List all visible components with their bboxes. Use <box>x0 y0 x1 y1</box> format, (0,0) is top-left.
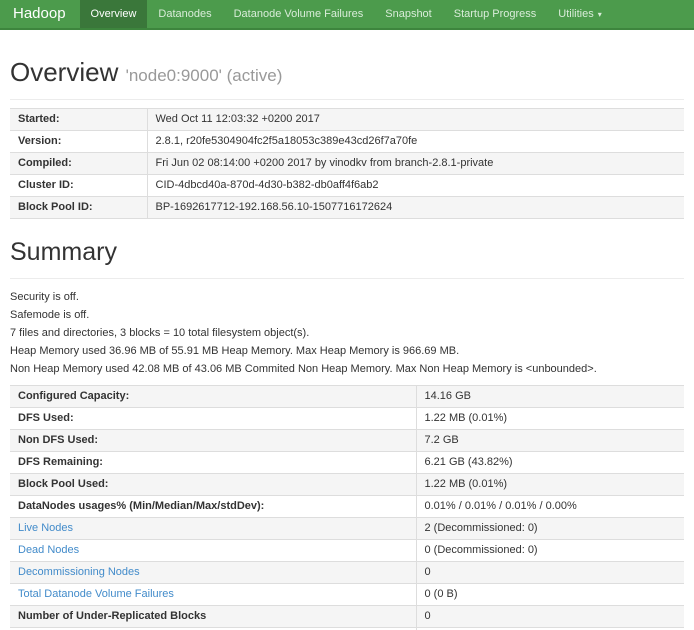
row-value-cluster-id: CID-4dbcd40a-870d-4d30-b382-db0aff4f6ab2 <box>147 175 684 197</box>
table-row: Number of Under-Replicated Blocks 0 <box>10 606 684 628</box>
row-value-non-dfs-used: 7.2 GB <box>416 430 684 452</box>
row-value-total-datanode-volume-failures: 0 (0 B) <box>416 584 684 606</box>
nav-item-datanodes[interactable]: Datanodes <box>147 0 222 28</box>
row-label-dfs-used: DFS Used: <box>10 408 416 430</box>
table-row: Live Nodes 2 (Decommissioned: 0) <box>10 518 684 540</box>
row-value-started: Wed Oct 11 12:03:32 +0200 2017 <box>147 109 684 131</box>
summary-notes: Security is off. Safemode is off. 7 file… <box>10 292 684 375</box>
divider <box>10 99 684 100</box>
table-row: Version: 2.8.1, r20fe5304904fc2f5a18053c… <box>10 131 684 153</box>
safemode-status-text: Safemode is off. <box>10 310 684 321</box>
live-nodes-link[interactable]: Live Nodes <box>18 522 73 534</box>
table-row: Block Pool Used: 1.22 MB (0.01%) <box>10 474 684 496</box>
row-label-cluster-id: Cluster ID: <box>10 175 147 197</box>
row-label-block-pool-used: Block Pool Used: <box>10 474 416 496</box>
row-value-version: 2.8.1, r20fe5304904fc2f5a18053c389e43cd2… <box>147 131 684 153</box>
row-value-dead-nodes: 0 (Decommissioned: 0) <box>416 540 684 562</box>
row-label-dfs-remaining: DFS Remaining: <box>10 452 416 474</box>
table-row: DataNodes usages% (Min/Median/Max/stdDev… <box>10 496 684 518</box>
row-value-compiled: Fri Jun 02 08:14:00 +0200 2017 by vinodk… <box>147 153 684 175</box>
row-value-datanode-usages: 0.01% / 0.01% / 0.01% / 0.00% <box>416 496 684 518</box>
page-title-overview: Overview 'node0:9000' (active) <box>10 57 684 88</box>
namenode-info-table: Started: Wed Oct 11 12:03:32 +0200 2017 … <box>10 108 684 219</box>
row-label-under-replicated-blocks: Number of Under-Replicated Blocks <box>10 606 416 628</box>
nav-item-utilities-label: Utilities <box>558 8 593 20</box>
row-label-configured-capacity: Configured Capacity: <box>10 386 416 408</box>
nav-item-snapshot[interactable]: Snapshot <box>374 0 442 28</box>
row-value-live-nodes: 2 (Decommissioned: 0) <box>416 518 684 540</box>
table-row: Configured Capacity: 14.16 GB <box>10 386 684 408</box>
main-content: Overview 'node0:9000' (active) Started: … <box>0 57 694 630</box>
caret-down-icon: ▾ <box>598 10 602 19</box>
divider <box>10 278 684 279</box>
non-heap-memory-text: Non Heap Memory used 42.08 MB of 43.06 M… <box>10 364 684 375</box>
heap-memory-text: Heap Memory used 36.96 MB of 55.91 MB He… <box>10 346 684 357</box>
row-value-dfs-used: 1.22 MB (0.01%) <box>416 408 684 430</box>
table-row: Block Pool ID: BP-1692617712-192.168.56.… <box>10 197 684 219</box>
row-value-dfs-remaining: 6.21 GB (43.82%) <box>416 452 684 474</box>
row-label-datanode-usages: DataNodes usages% (Min/Median/Max/stdDev… <box>10 496 416 518</box>
table-row: Non DFS Used: 7.2 GB <box>10 430 684 452</box>
table-row: DFS Used: 1.22 MB (0.01%) <box>10 408 684 430</box>
row-value-decommissioning-nodes: 0 <box>416 562 684 584</box>
table-row: Dead Nodes 0 (Decommissioned: 0) <box>10 540 684 562</box>
row-label-non-dfs-used: Non DFS Used: <box>10 430 416 452</box>
dead-nodes-link[interactable]: Dead Nodes <box>18 544 79 556</box>
overview-title-text: Overview <box>10 57 118 87</box>
nav-item-startup-progress[interactable]: Startup Progress <box>443 0 548 28</box>
table-row: Cluster ID: CID-4dbcd40a-870d-4d30-b382-… <box>10 175 684 197</box>
section-title-summary: Summary <box>10 238 684 267</box>
decommissioning-nodes-link[interactable]: Decommissioning Nodes <box>18 566 140 578</box>
row-value-block-pool-used: 1.22 MB (0.01%) <box>416 474 684 496</box>
total-datanode-volume-failures-link[interactable]: Total Datanode Volume Failures <box>18 588 174 600</box>
table-row: Decommissioning Nodes 0 <box>10 562 684 584</box>
row-label-compiled: Compiled: <box>10 153 147 175</box>
table-row: Compiled: Fri Jun 02 08:14:00 +0200 2017… <box>10 153 684 175</box>
row-value-configured-capacity: 14.16 GB <box>416 386 684 408</box>
hadoop-brand[interactable]: Hadoop <box>0 0 80 28</box>
namenode-address-status: 'node0:9000' (active) <box>126 66 283 85</box>
row-label-version: Version: <box>10 131 147 153</box>
nav-item-overview[interactable]: Overview <box>80 0 148 28</box>
table-row: Total Datanode Volume Failures 0 (0 B) <box>10 584 684 606</box>
top-navbar: Hadoop Overview Datanodes Datanode Volum… <box>0 0 694 30</box>
security-status-text: Security is off. <box>10 292 684 303</box>
row-label-block-pool-id: Block Pool ID: <box>10 197 147 219</box>
table-row: DFS Remaining: 6.21 GB (43.82%) <box>10 452 684 474</box>
filesystem-objects-text: 7 files and directories, 3 blocks = 10 t… <box>10 328 684 339</box>
nav-item-datanode-volume-failures[interactable]: Datanode Volume Failures <box>223 0 375 28</box>
nav-item-utilities[interactable]: Utilities ▾ <box>547 0 612 28</box>
row-value-block-pool-id: BP-1692617712-192.168.56.10-150771617262… <box>147 197 684 219</box>
summary-table: Configured Capacity: 14.16 GB DFS Used: … <box>10 385 684 630</box>
row-value-under-replicated-blocks: 0 <box>416 606 684 628</box>
table-row: Started: Wed Oct 11 12:03:32 +0200 2017 <box>10 109 684 131</box>
row-label-started: Started: <box>10 109 147 131</box>
